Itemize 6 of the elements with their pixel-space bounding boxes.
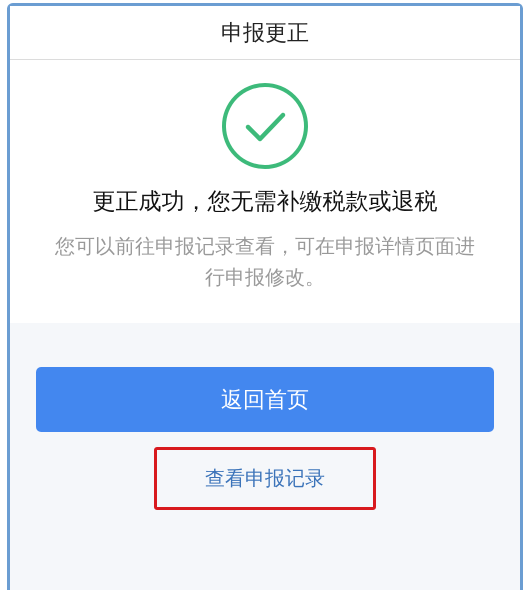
- result-message: 您可以前往申报记录查看，可在申报详情页面进行申报修改。: [54, 233, 476, 291]
- window-title: 申报更正: [221, 20, 309, 48]
- home-button[interactable]: 返回首页: [36, 367, 494, 432]
- records-link[interactable]: 查看申报记录: [205, 465, 325, 492]
- check-circle-icon: [221, 82, 309, 170]
- result-headline: 更正成功，您无需补缴税款或退税: [92, 188, 438, 217]
